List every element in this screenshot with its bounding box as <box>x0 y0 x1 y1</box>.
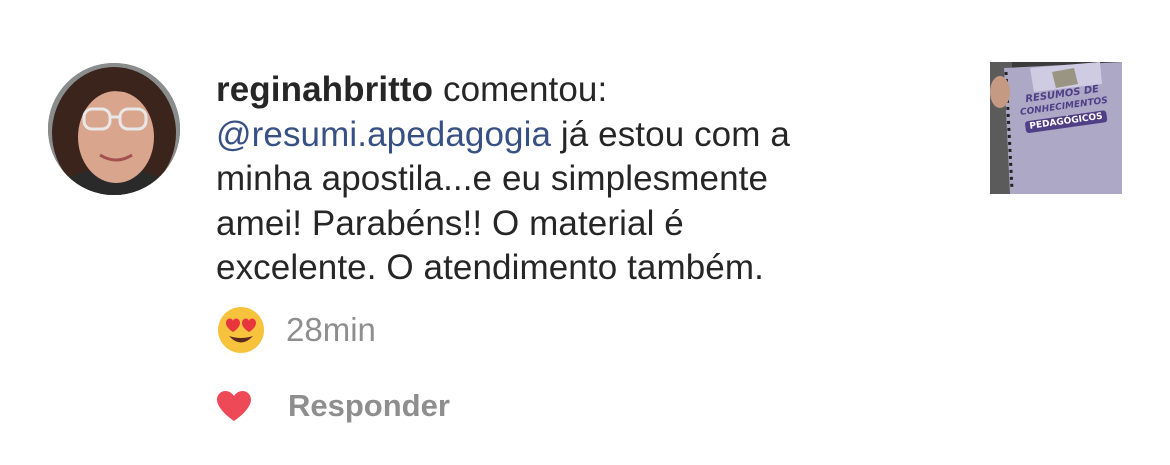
post-thumbnail[interactable]: RESUMOS DE CONHECIMENTOS PEDAGÓGICOS <box>990 62 1122 194</box>
comment-meta: 28min <box>216 305 376 355</box>
comment-line-3: amei! Parabéns!! O material é <box>216 203 684 243</box>
comment-username[interactable]: reginahbritto <box>216 70 433 109</box>
reply-button[interactable]: Responder <box>288 388 450 424</box>
comment-text: reginahbritto comentou: @resumi.apedagog… <box>216 68 956 291</box>
user-avatar[interactable] <box>48 63 180 195</box>
comment-timestamp: 28min <box>286 311 376 348</box>
comment-line-4: excelente. O atendimento também. <box>216 248 764 287</box>
heart-icon[interactable] <box>216 390 252 422</box>
comment-action: comentou: <box>442 70 608 109</box>
comment-actions: Responder <box>216 383 450 429</box>
mention-link[interactable]: @resumi.apedagogia <box>216 115 551 154</box>
heart-eyes-emoji-icon <box>216 305 266 355</box>
comment-line-1: já estou com a <box>560 114 790 154</box>
comment-line-2: minha apostila...e eu simplesmente <box>216 159 769 198</box>
